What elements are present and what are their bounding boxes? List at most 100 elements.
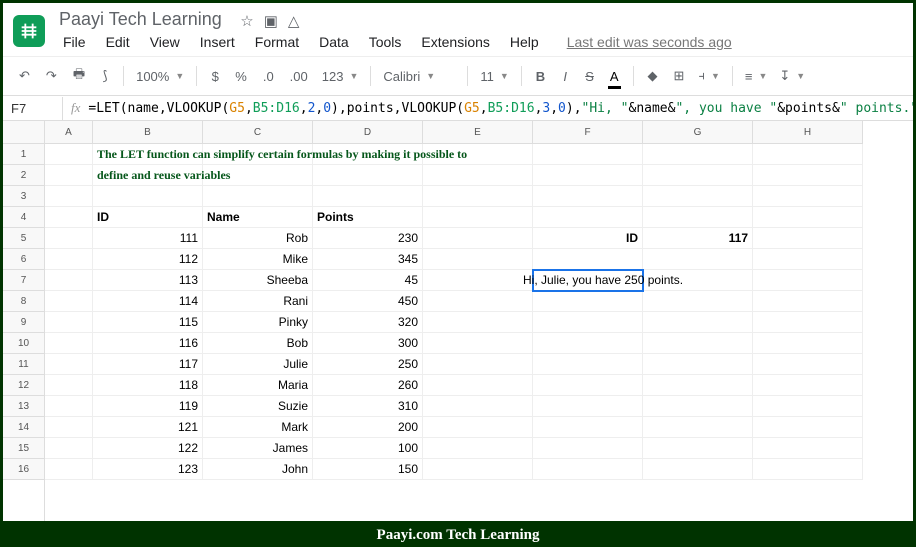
- move-icon[interactable]: ▣: [264, 12, 278, 30]
- cell[interactable]: [533, 207, 643, 228]
- cell[interactable]: [423, 375, 533, 396]
- row-header[interactable]: 4: [3, 207, 44, 228]
- menu-insert[interactable]: Insert: [192, 32, 243, 52]
- row-header[interactable]: 14: [3, 417, 44, 438]
- cell[interactable]: The LET function can simplify certain fo…: [93, 144, 203, 165]
- cell[interactable]: 320: [313, 312, 423, 333]
- col-header[interactable]: H: [753, 121, 863, 144]
- row-header[interactable]: 13: [3, 396, 44, 417]
- cell[interactable]: [45, 228, 93, 249]
- cell[interactable]: 112: [93, 249, 203, 270]
- row-header[interactable]: 16: [3, 459, 44, 480]
- menu-extensions[interactable]: Extensions: [413, 32, 497, 52]
- cell[interactable]: [423, 207, 533, 228]
- cell[interactable]: 119: [93, 396, 203, 417]
- currency-button[interactable]: $: [205, 65, 225, 88]
- cell[interactable]: 200: [313, 417, 423, 438]
- cell[interactable]: [533, 396, 643, 417]
- cell[interactable]: [753, 228, 863, 249]
- cell[interactable]: [753, 207, 863, 228]
- cell[interactable]: [45, 270, 93, 291]
- row-header[interactable]: 15: [3, 438, 44, 459]
- cell[interactable]: [533, 144, 643, 165]
- cell[interactable]: [753, 249, 863, 270]
- cell[interactable]: [203, 186, 313, 207]
- italic-button[interactable]: I: [555, 65, 575, 88]
- borders-button[interactable]: ⊞: [668, 64, 691, 88]
- horizontal-align-dropdown[interactable]: ≡▼: [741, 67, 772, 86]
- cell[interactable]: 115: [93, 312, 203, 333]
- col-header[interactable]: A: [45, 121, 93, 144]
- cell[interactable]: [753, 375, 863, 396]
- last-edit-link[interactable]: Last edit was seconds ago: [559, 32, 740, 52]
- cell[interactable]: Points: [313, 207, 423, 228]
- menu-file[interactable]: File: [55, 32, 94, 52]
- print-icon[interactable]: 🖶: [67, 61, 91, 91]
- cell[interactable]: [643, 207, 753, 228]
- cell[interactable]: [753, 438, 863, 459]
- cell[interactable]: [423, 417, 533, 438]
- cell[interactable]: [423, 312, 533, 333]
- cell[interactable]: [45, 375, 93, 396]
- row-header[interactable]: 6: [3, 249, 44, 270]
- cell[interactable]: [533, 186, 643, 207]
- merge-dropdown[interactable]: ⫞▼: [694, 66, 723, 86]
- fill-color-button[interactable]: ◆: [642, 64, 664, 88]
- row-header[interactable]: 2: [3, 165, 44, 186]
- col-header[interactable]: G: [643, 121, 753, 144]
- cell-reference[interactable]: F7: [3, 97, 63, 120]
- cell[interactable]: 113: [93, 270, 203, 291]
- cell[interactable]: 117: [643, 228, 753, 249]
- cell[interactable]: [45, 165, 93, 186]
- doc-title[interactable]: Paayi Tech Learning: [55, 7, 226, 31]
- font-dropdown[interactable]: Calibri▼: [379, 67, 459, 86]
- cell[interactable]: Sheeba: [203, 270, 313, 291]
- cell[interactable]: 117: [93, 354, 203, 375]
- strikethrough-button[interactable]: S: [579, 65, 600, 88]
- col-header[interactable]: B: [93, 121, 203, 144]
- cell[interactable]: James: [203, 438, 313, 459]
- row-header[interactable]: 10: [3, 333, 44, 354]
- cell[interactable]: [643, 333, 753, 354]
- cell[interactable]: [45, 249, 93, 270]
- menu-tools[interactable]: Tools: [361, 32, 410, 52]
- cell[interactable]: define and reuse variables: [93, 165, 203, 186]
- undo-icon[interactable]: ↶: [13, 64, 36, 88]
- cell[interactable]: Julie: [203, 354, 313, 375]
- cell[interactable]: [533, 165, 643, 186]
- cell[interactable]: [533, 333, 643, 354]
- cell[interactable]: [753, 312, 863, 333]
- cell[interactable]: [45, 396, 93, 417]
- cell[interactable]: [45, 291, 93, 312]
- cell[interactable]: [423, 249, 533, 270]
- vertical-align-dropdown[interactable]: ↧▼: [775, 66, 809, 86]
- cell[interactable]: Bob: [203, 333, 313, 354]
- cell[interactable]: John: [203, 459, 313, 480]
- row-header[interactable]: 11: [3, 354, 44, 375]
- cell[interactable]: [643, 249, 753, 270]
- cell[interactable]: [313, 186, 423, 207]
- cell[interactable]: [643, 396, 753, 417]
- cell[interactable]: Mike: [203, 249, 313, 270]
- cell[interactable]: Pinky: [203, 312, 313, 333]
- cell[interactable]: [313, 165, 423, 186]
- cell[interactable]: [45, 459, 93, 480]
- cell[interactable]: [423, 186, 533, 207]
- more-formats-dropdown[interactable]: 123▼: [318, 67, 363, 86]
- cell[interactable]: [753, 144, 863, 165]
- cell[interactable]: 300: [313, 333, 423, 354]
- cell[interactable]: [753, 291, 863, 312]
- select-all[interactable]: [3, 121, 44, 144]
- cell[interactable]: [423, 438, 533, 459]
- cell[interactable]: [533, 291, 643, 312]
- percent-button[interactable]: %: [229, 65, 253, 88]
- cell[interactable]: 250: [313, 354, 423, 375]
- cloud-icon[interactable]: △: [288, 12, 300, 30]
- cell[interactable]: [45, 438, 93, 459]
- cell[interactable]: [643, 375, 753, 396]
- cell[interactable]: [533, 375, 643, 396]
- row-header[interactable]: 1: [3, 144, 44, 165]
- cell[interactable]: [643, 459, 753, 480]
- cell[interactable]: [753, 270, 863, 291]
- grid[interactable]: 1 2 3 4 5 6 7 8 9 10 11 12 13 14 15 16 A…: [3, 121, 913, 521]
